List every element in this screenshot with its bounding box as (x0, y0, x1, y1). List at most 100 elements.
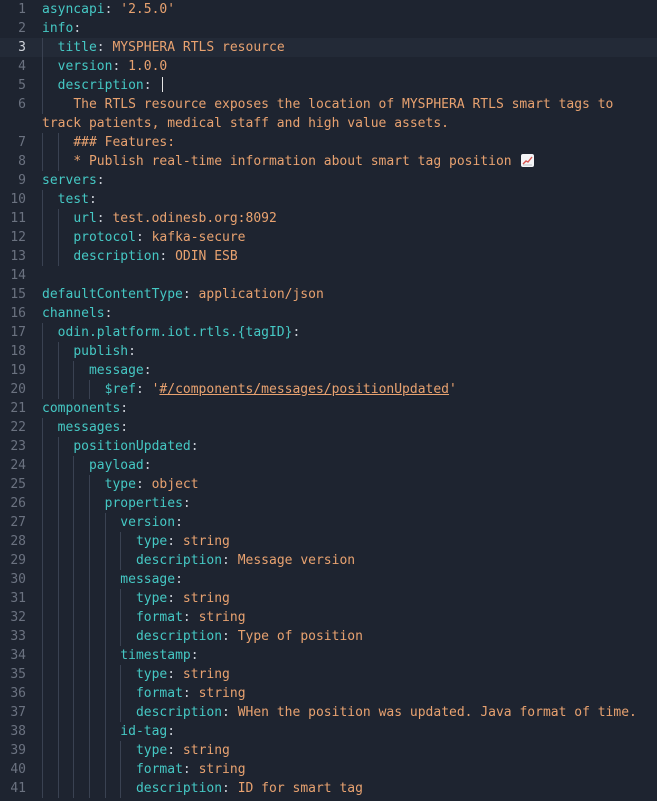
line-number: 12 (10, 230, 26, 245)
editor-line[interactable]: 28 type: string (0, 532, 657, 551)
editor-line[interactable]: 21 components: (0, 399, 657, 418)
editor-line[interactable]: 8 * Publish real-time information about s… (0, 152, 657, 171)
editor-line[interactable]: 18 publish: (0, 342, 657, 361)
editor-line[interactable]: 13 description: ODIN ESB (0, 247, 657, 266)
yaml-value: ID for smart tag (237, 781, 363, 796)
indent-guide (42, 323, 43, 342)
editor-line[interactable]: 33 description: Type of position (0, 627, 657, 646)
yaml-key: url (73, 211, 97, 226)
editor-line[interactable]: 17 odin.platform.iot.rtls.{tagID}: (0, 323, 657, 342)
editor-line[interactable]: 2 info: (0, 19, 657, 38)
yaml-key: type (135, 667, 168, 682)
editor-line[interactable]: 20 $ref: '#/components/messages/positionU… (0, 380, 657, 399)
code-text: payload: (42, 456, 657, 475)
indent-guide (120, 760, 122, 779)
indent-guide (73, 589, 75, 608)
indent-guide (88, 475, 90, 494)
editor-line[interactable]: 36 format: string (0, 684, 657, 703)
editor-line[interactable]: 40 format: string (0, 760, 657, 779)
editor-line[interactable]: 7 ### Features: (0, 133, 657, 152)
yaml-key: description (135, 781, 223, 796)
editor-line[interactable]: 38 id-tag: (0, 722, 657, 741)
yaml-value: ' (449, 382, 457, 397)
indent-guide (57, 779, 59, 798)
indent-guide (104, 760, 106, 779)
indent-guide (57, 361, 59, 380)
indent-guide (42, 152, 43, 171)
editor-line[interactable]: 26 properties: (0, 494, 657, 513)
code-text: odin.platform.iot.rtls.{tagID}: (42, 323, 657, 342)
editor-line[interactable]: 41 description: ID for smart tag (0, 779, 657, 798)
yaml-key: odin.platform.iot.rtls.{tagID} (57, 325, 293, 340)
editor-line[interactable]: 10 test: (0, 190, 657, 209)
editor-line[interactable]: 23 positionUpdated: (0, 437, 657, 456)
line-number: 5 (18, 78, 26, 93)
editor-line[interactable]: 25 type: object (0, 475, 657, 494)
editor-line[interactable]: 19 message: (0, 361, 657, 380)
editor-line[interactable]: 31 type: string (0, 589, 657, 608)
indent-guide (42, 247, 43, 266)
yaml-value: ### Features: (73, 135, 176, 150)
indent-guide (57, 247, 59, 266)
editor-line[interactable]: 15 defaultContentType: application/json (0, 285, 657, 304)
editor-line[interactable]: 4 version: 1.0.0 (0, 57, 657, 76)
yaml-value: ODIN ESB (175, 249, 238, 264)
indent-guide (88, 779, 90, 798)
code-text: description: WHen the position was updat… (42, 703, 657, 722)
editor-line[interactable]: 29 description: Message version (0, 551, 657, 570)
code-text: description: Type of position (42, 627, 657, 646)
indent-guide (73, 380, 75, 399)
editor-line[interactable]: 6 The RTLS resource exposes the location… (0, 95, 657, 133)
code-text: message: (42, 361, 657, 380)
indent-guide (42, 779, 43, 798)
yaml-punct: : (120, 401, 129, 416)
editor-line[interactable]: 22 messages: (0, 418, 657, 437)
yaml-value: string (198, 686, 246, 701)
code-text: info: (42, 19, 652, 38)
indent-guide (42, 494, 43, 513)
editor-line[interactable]: 27 version: (0, 513, 657, 532)
indent-guide (88, 380, 90, 399)
code-text: format: string (42, 684, 657, 703)
code-text: publish: (42, 342, 657, 361)
code-text: protocol: kafka-secure (42, 228, 657, 247)
editor-line[interactable]: 34 timestamp: (0, 646, 657, 665)
code-editor[interactable]: 1 asyncapi: '2.5.0' 2 info: 3 title: MYSPHERA… (0, 0, 657, 801)
editor-line[interactable]: 39 type: string (0, 741, 657, 760)
editor-line[interactable]: 9 servers: (0, 171, 657, 190)
editor-line[interactable]: 14 (0, 266, 657, 285)
editor-line[interactable]: 37 description: WHen the position was upd… (0, 703, 657, 722)
editor-line[interactable]: 16 channels: (0, 304, 657, 323)
code-text: description: ODIN ESB (42, 247, 657, 266)
editor-line[interactable]: 12 protocol: kafka-secure (0, 228, 657, 247)
indent-guide (104, 646, 106, 665)
line-number: 10 (10, 192, 26, 207)
indent-guide (42, 684, 43, 703)
indent-guide (57, 760, 59, 779)
yaml-key: description (135, 553, 223, 568)
indent-guide (42, 456, 43, 475)
indent-guide (42, 665, 43, 684)
yaml-punct: : (143, 78, 160, 93)
yaml-value: Type of position (237, 629, 363, 644)
editor-line[interactable]: 5 description: | (0, 76, 657, 95)
code-text: messages: (42, 418, 657, 437)
yaml-key: message (88, 363, 144, 378)
indent-guide (57, 437, 59, 456)
indent-guide (88, 741, 90, 760)
editor-line[interactable]: 35 type: string (0, 665, 657, 684)
editor-line[interactable]: 24 payload: (0, 456, 657, 475)
code-text: description: | (42, 76, 657, 95)
editor-line[interactable]: 3 title: MYSPHERA RTLS resource (0, 38, 657, 57)
indent-guide (104, 627, 106, 646)
indent-guide (104, 779, 106, 798)
editor-line[interactable]: 11 url: test.odinesb.org:8092 (0, 209, 657, 228)
yaml-value: The RTLS resource exposes the location o… (42, 97, 622, 131)
code-text: format: string (42, 760, 657, 779)
indent-guide (73, 361, 75, 380)
yaml-value: 1.0.0 (128, 59, 168, 74)
editor-line[interactable]: 30 message: (0, 570, 657, 589)
code-text: positionUpdated: (42, 437, 657, 456)
editor-line[interactable]: 32 format: string (0, 608, 657, 627)
editor-line[interactable]: 1 asyncapi: '2.5.0' (0, 0, 657, 19)
